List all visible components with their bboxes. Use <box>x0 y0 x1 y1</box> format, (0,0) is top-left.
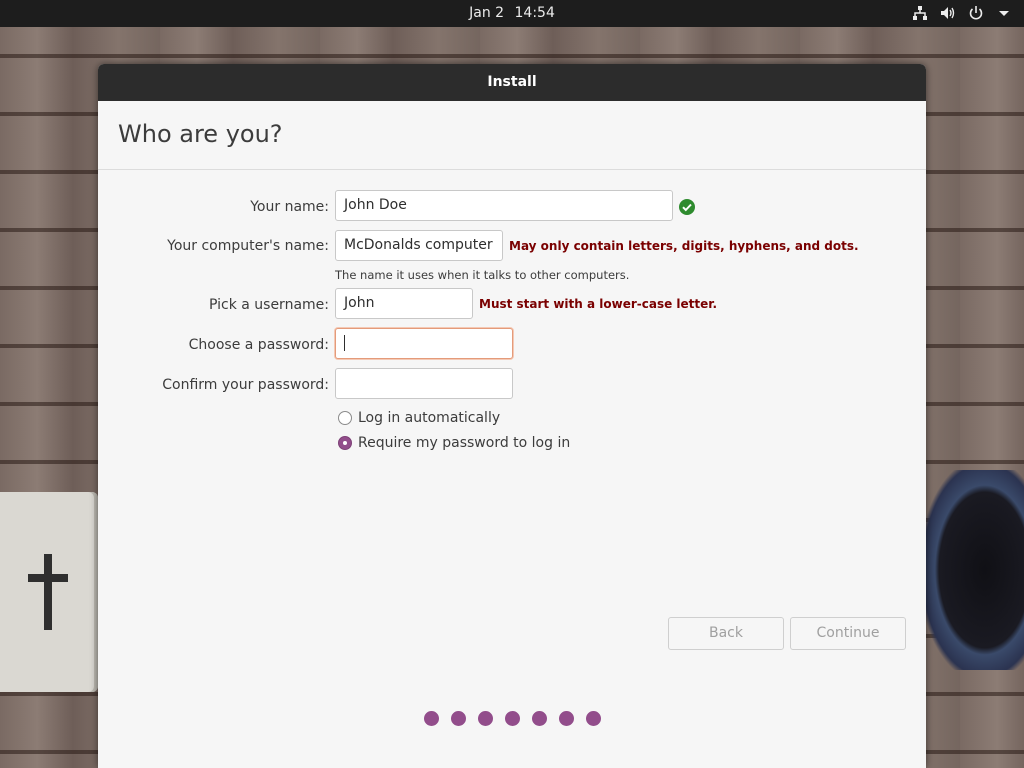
progress-dot <box>585 711 601 726</box>
system-menu-chevron-icon[interactable] <box>996 5 1012 21</box>
username-input[interactable]: John <box>335 288 473 319</box>
computer-name-label: Your computer's name: <box>167 238 329 254</box>
text-cursor <box>344 335 345 351</box>
back-button[interactable]: Back <box>668 617 784 650</box>
progress-dot <box>477 711 493 726</box>
radio-button-checked[interactable] <box>338 436 352 450</box>
divider <box>98 169 926 170</box>
cross-icon <box>28 554 68 630</box>
login-automatically-option[interactable]: Log in automatically <box>338 410 500 426</box>
installer-window: Install Who are you? Your name: John Doe… <box>98 64 926 768</box>
system-tray[interactable] <box>912 5 1012 21</box>
progress-dot <box>558 711 574 726</box>
password-label: Choose a password: <box>188 337 329 353</box>
clock-date: Jan 2 <box>469 5 505 21</box>
password-input[interactable] <box>335 328 513 359</box>
name-input[interactable]: John Doe <box>335 190 673 221</box>
clock[interactable]: Jan 2 14:54 <box>0 5 1024 21</box>
progress-dot <box>450 711 466 726</box>
name-label: Your name: <box>250 199 329 215</box>
confirm-password-label: Confirm your password: <box>162 377 329 393</box>
volume-icon[interactable] <box>940 5 956 21</box>
top-bar: Jan 2 14:54 <box>0 0 1024 27</box>
login-automatically-label: Log in automatically <box>358 410 501 426</box>
clock-time: 14:54 <box>514 5 555 21</box>
progress-dot <box>504 711 520 726</box>
check-circle-icon <box>679 199 695 215</box>
computer-name-hint: The name it uses when it talks to other … <box>335 268 630 282</box>
require-password-option[interactable]: Require my password to log in <box>338 435 570 451</box>
network-icon[interactable] <box>912 5 928 21</box>
page-heading: Who are you? <box>118 120 283 148</box>
continue-button[interactable]: Continue <box>790 617 906 650</box>
username-error: Must start with a lower-case letter. <box>479 297 718 311</box>
require-password-label: Require my password to log in <box>358 435 571 451</box>
computer-name-input[interactable]: McDonalds computer <box>335 230 503 261</box>
progress-indicator <box>98 711 926 726</box>
confirm-password-input[interactable] <box>335 368 513 399</box>
computer-name-error: May only contain letters, digits, hyphen… <box>509 239 859 253</box>
username-label: Pick a username: <box>208 297 329 313</box>
desktop-book-image <box>0 492 98 692</box>
radio-button-unchecked[interactable] <box>338 411 352 425</box>
power-icon[interactable] <box>968 5 984 21</box>
progress-dot <box>531 711 547 726</box>
progress-dot <box>423 711 439 726</box>
desktop-mug-image <box>926 470 1024 670</box>
window-title: Install <box>98 64 926 101</box>
